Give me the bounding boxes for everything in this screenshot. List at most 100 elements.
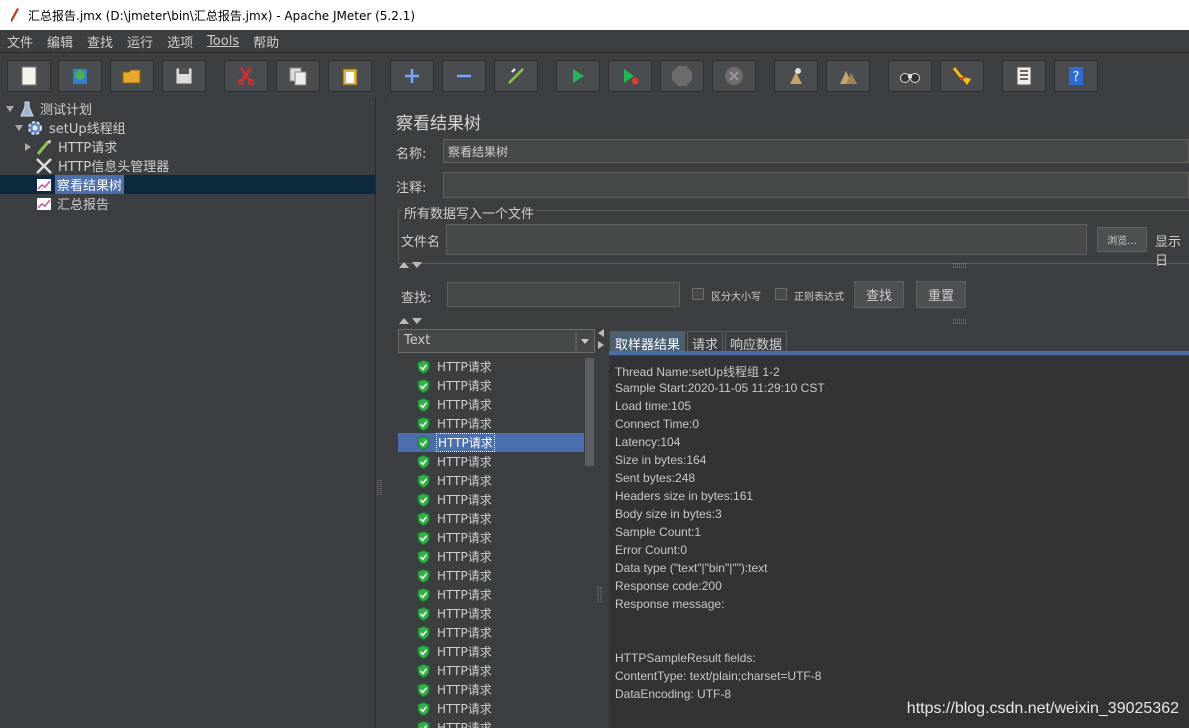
menu-file[interactable]: 文件	[7, 32, 33, 51]
copy-button[interactable]	[276, 60, 320, 92]
result-item[interactable]: HTTP请求	[398, 528, 584, 547]
shutdown-button[interactable]	[712, 60, 756, 92]
save-button[interactable]	[162, 60, 206, 92]
scrollbar-thumb[interactable]	[585, 358, 594, 466]
clear-icon	[790, 68, 802, 84]
result-item[interactable]: HTTP请求	[398, 357, 584, 376]
result-item[interactable]: HTTP请求	[398, 661, 584, 680]
menu-bar: 文件 编辑 查找 运行 选项 Tools 帮助	[0, 30, 1189, 53]
menu-options[interactable]: 选项	[167, 32, 193, 51]
resize-grip-icon[interactable]	[952, 319, 968, 325]
result-item[interactable]: HTTP请求	[398, 433, 584, 452]
start-no-pauses-button[interactable]	[608, 60, 652, 92]
resize-grip-icon[interactable]	[952, 263, 968, 269]
comment-input[interactable]	[443, 172, 1189, 198]
result-item-label: HTTP请求	[437, 664, 492, 678]
sampler-result-text[interactable]: Thread Name:setUp线程组 1-2 Sample Start:202…	[609, 356, 1189, 728]
result-split-divider[interactable]	[596, 328, 606, 728]
result-line: DataEncoding: UTF-8	[615, 687, 732, 701]
tree-item-header-manager[interactable]: HTTP信息头管理器	[33, 156, 171, 175]
find-button[interactable]: 查找	[854, 281, 904, 308]
result-line: Response code:200	[615, 579, 722, 593]
result-item[interactable]: HTTP请求	[398, 509, 584, 528]
tree-item-view-results-tree[interactable]: 察看结果树	[0, 175, 375, 194]
browse-button[interactable]: 浏览...	[1097, 227, 1147, 252]
success-shield-icon	[417, 473, 430, 488]
result-item-label: HTTP请求	[437, 702, 492, 716]
file-name-input[interactable]	[446, 224, 1087, 255]
tree-item-label: HTTP请求	[58, 141, 118, 156]
wrench-icon	[36, 157, 52, 174]
case-sensitive-checkbox[interactable]	[692, 288, 704, 300]
help-button[interactable]: ?	[1054, 60, 1098, 92]
result-item[interactable]: HTTP请求	[398, 490, 584, 509]
result-item[interactable]: HTTP请求	[398, 680, 584, 699]
result-item[interactable]: HTTP请求	[398, 471, 584, 490]
svg-text:?: ?	[1073, 70, 1080, 85]
result-item-label: HTTP请求	[436, 433, 495, 452]
new-button[interactable]	[7, 60, 51, 92]
menu-edit[interactable]: 编辑	[47, 32, 73, 51]
list-scrollbar[interactable]	[584, 356, 595, 728]
result-item[interactable]: HTTP请求	[398, 566, 584, 585]
result-item[interactable]: HTTP请求	[398, 376, 584, 395]
reset-search-button[interactable]	[940, 60, 984, 92]
start-button[interactable]	[556, 60, 600, 92]
name-input[interactable]	[443, 139, 1189, 163]
result-item[interactable]: HTTP请求	[398, 547, 584, 566]
result-item[interactable]: HTTP请求	[398, 414, 584, 433]
toggle-button[interactable]	[494, 60, 538, 92]
search-input[interactable]	[447, 282, 680, 307]
clear-button[interactable]	[774, 60, 818, 92]
result-item-label: HTTP请求	[437, 588, 492, 602]
toggle-icon	[508, 68, 524, 84]
tree-item-setup-thread-group[interactable]: setUp线程组	[14, 118, 128, 137]
search-button[interactable]	[888, 60, 932, 92]
tree-item-http-request[interactable]: HTTP请求	[23, 137, 119, 156]
result-item[interactable]: HTTP请求	[398, 585, 584, 604]
tree-item-summary-report[interactable]: 汇总报告	[36, 194, 111, 213]
collapse-arrows-icon[interactable]	[398, 316, 424, 326]
collapse-arrows-icon[interactable]	[398, 260, 424, 270]
templates-button[interactable]	[58, 60, 102, 92]
result-item[interactable]: HTTP请求	[398, 718, 584, 728]
regex-checkbox[interactable]	[775, 288, 787, 300]
result-item-label: HTTP请求	[437, 531, 492, 545]
tab-response-data[interactable]: 响应数据	[725, 331, 788, 353]
result-item[interactable]: HTTP请求	[398, 604, 584, 623]
menu-tools[interactable]: Tools	[207, 34, 239, 49]
comment-label: 注释:	[396, 181, 427, 196]
tab-underline	[609, 351, 1189, 355]
paste-button[interactable]	[328, 60, 372, 92]
tab-request[interactable]: 请求	[687, 331, 724, 353]
result-item[interactable]: HTTP请求	[398, 623, 584, 642]
reset-button[interactable]: 重置	[916, 281, 966, 308]
stop-button[interactable]	[660, 60, 704, 92]
result-item[interactable]: HTTP请求	[398, 395, 584, 414]
shutdown-icon	[725, 67, 743, 85]
renderer-select[interactable]: Text	[398, 329, 595, 353]
expand-all-button[interactable]	[390, 60, 434, 92]
pipette-icon	[36, 139, 51, 155]
regex-label: 正则表达式	[794, 292, 844, 303]
menu-search[interactable]: 查找	[87, 32, 113, 51]
result-item-label: HTTP请求	[437, 379, 492, 393]
split-pane-divider[interactable]	[376, 98, 384, 728]
collapse-all-button[interactable]	[442, 60, 486, 92]
success-shield-icon	[417, 378, 430, 393]
clear-all-button[interactable]	[826, 60, 870, 92]
result-item[interactable]: HTTP请求	[398, 642, 584, 661]
open-button[interactable]	[110, 60, 154, 92]
tree-item-test-plan[interactable]: 测试计划	[5, 99, 94, 118]
tab-sampler-result[interactable]: 取样器结果	[610, 331, 686, 353]
search-label: 查找:	[401, 291, 432, 306]
function-helper-button[interactable]	[1002, 60, 1046, 92]
menu-help[interactable]: 帮助	[253, 32, 279, 51]
success-shield-icon	[417, 359, 430, 374]
result-item[interactable]: HTTP请求	[398, 699, 584, 718]
menu-run[interactable]: 运行	[127, 32, 153, 51]
copy-icon	[289, 67, 307, 86]
file-group-label: 所有数据写入一个文件	[402, 203, 537, 222]
result-item[interactable]: HTTP请求	[398, 452, 584, 471]
cut-button[interactable]	[224, 60, 268, 92]
